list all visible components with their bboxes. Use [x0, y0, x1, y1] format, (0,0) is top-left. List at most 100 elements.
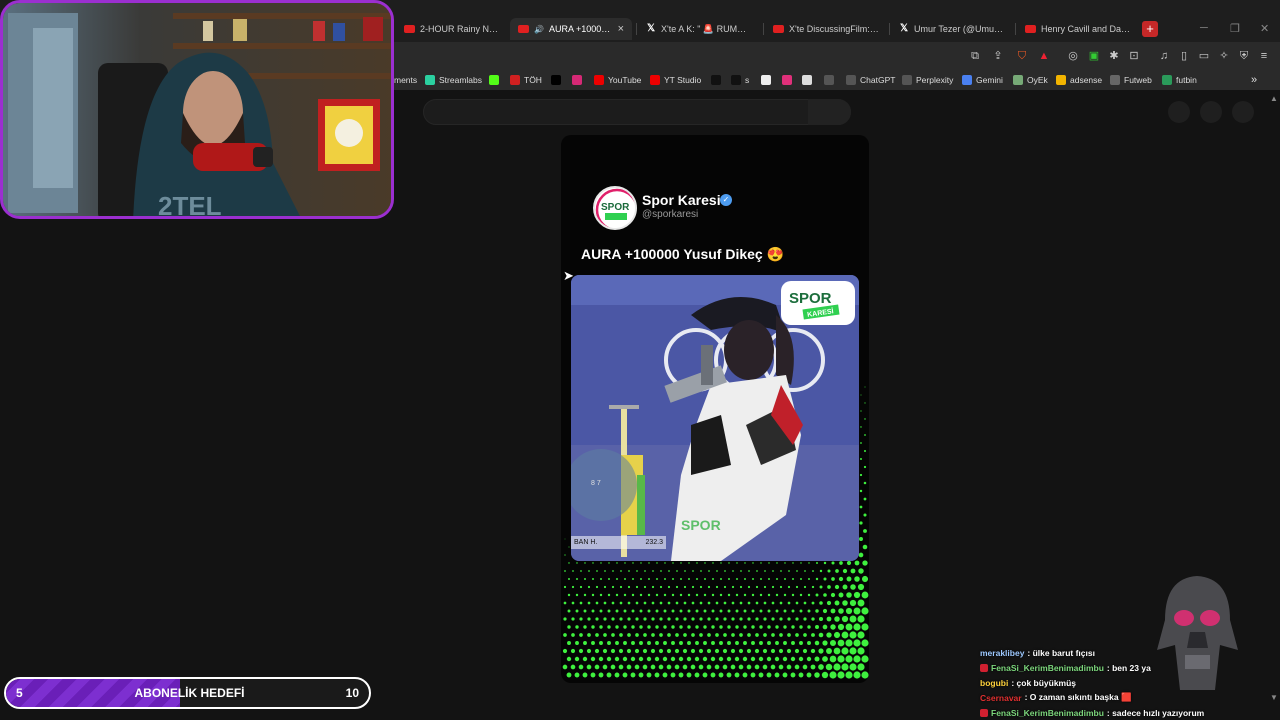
bookmark-amazon[interactable] [802, 73, 812, 87]
bookmark-tiktok[interactable] [711, 73, 721, 87]
halftone-dot [650, 648, 656, 654]
search-button[interactable] [808, 99, 851, 125]
tab-henry-cavill[interactable]: Henry Cavill and Dave Bau [1017, 18, 1139, 40]
account-avatar[interactable] [1232, 101, 1254, 123]
bookmark-x[interactable] [551, 73, 561, 87]
halftone-dot [590, 672, 596, 678]
bookmark-link[interactable] [824, 73, 834, 87]
brave-rewards-icon[interactable]: ▲ [1036, 48, 1052, 64]
halftone-dot [814, 656, 820, 662]
halftone-dot [564, 570, 566, 572]
tab-rainy-night-walk[interactable]: 2-HOUR Rainy Night Walk [396, 18, 508, 40]
bookmark-circle[interactable] [761, 73, 771, 87]
bookmark-label: YT Studio [664, 75, 702, 85]
wallet-icon[interactable]: ▭ [1196, 48, 1212, 64]
halftone-dot [624, 562, 626, 564]
brave-shield-icon[interactable]: ⛉ [1014, 48, 1030, 64]
halftone-dot [611, 633, 615, 637]
halftone-dot [795, 633, 799, 637]
bookmark-ments[interactable]: ments [394, 73, 417, 87]
share-icon[interactable]: ⇪ [990, 48, 1006, 64]
bookmark-t-h[interactable]: TÖH [510, 73, 542, 87]
halftone-dot [767, 609, 771, 613]
install-app-icon[interactable]: ⧉ [967, 48, 983, 64]
halftone-dot [636, 570, 638, 572]
halftone-dot [678, 656, 684, 662]
close-window-icon[interactable]: ✕ [1260, 22, 1269, 35]
halftone-dot [860, 458, 862, 460]
leo-ai-icon[interactable]: ✧ [1216, 48, 1232, 64]
new-tab-button[interactable]: + [1142, 21, 1158, 37]
halftone-dot [651, 585, 655, 589]
bookmark-s[interactable]: s [731, 73, 749, 87]
restore-icon[interactable]: ❐ [1230, 22, 1240, 35]
search-input[interactable] [423, 99, 851, 125]
halftone-dot [638, 656, 644, 662]
bookmark-chatgpt[interactable]: ChatGPT [846, 73, 895, 87]
bookmark-futweb[interactable]: Futweb [1110, 73, 1152, 87]
halftone-dot [838, 576, 844, 582]
create-icon[interactable] [1168, 101, 1190, 123]
bookmark-futbin[interactable]: futbin [1162, 73, 1197, 87]
scroll-down-icon[interactable]: ▼ [1270, 693, 1278, 702]
sidebar-icon[interactable]: ▯ [1176, 48, 1192, 64]
tab-x-umur-tezer[interactable]: 𝕏 Umur Tezer (@Umurtezer) [891, 18, 1013, 40]
channel-avatar[interactable]: SPOR [593, 186, 637, 230]
screenshot-icon[interactable]: ⊡ [1126, 48, 1142, 64]
bookmark-oyek[interactable]: OyEk [1013, 73, 1048, 87]
bookmark-youtube[interactable]: YouTube [594, 73, 641, 87]
channel-name[interactable]: Spor Karesi [642, 192, 721, 208]
notifications-icon[interactable] [1200, 101, 1222, 123]
halftone-dot [662, 672, 668, 678]
vpn-icon[interactable]: ⛨ [1236, 48, 1252, 64]
puzzle-icon[interactable]: ✱ [1106, 48, 1122, 64]
halftone-dot [634, 648, 640, 654]
halftone-dot [822, 624, 828, 630]
bookmark-perplexity[interactable]: Perplexity [902, 73, 953, 87]
menu-icon[interactable]: ≡ [1256, 48, 1272, 64]
minimize-icon[interactable]: ─ [1200, 22, 1208, 34]
tab-aura-short[interactable]: 🔊 AURA +100000 Yusuf Dikeç × [510, 18, 632, 40]
halftone-dot [663, 593, 667, 597]
bookmarks-overflow-icon[interactable]: » [1251, 73, 1257, 87]
halftone-dot [634, 664, 640, 670]
channel-handle: @sporkaresi [642, 209, 699, 220]
bookmark-puzzle[interactable] [782, 73, 792, 87]
tab-x-rumor[interactable]: 𝕏 X'te A K: " 🚨 RUMOR: Ma [638, 18, 760, 40]
streamlabs-icon [425, 75, 435, 85]
tab-x-discussingfilm[interactable]: X'te DiscussingFilm: "First [765, 18, 887, 40]
short-video-player[interactable]: SPOR Spor Karesi ✓ @sporkaresi AURA +100… [561, 135, 869, 683]
bookmark-instagram[interactable] [572, 73, 582, 87]
bookmark-gemini[interactable]: Gemini [962, 73, 1003, 87]
halftone-dot [819, 569, 823, 573]
halftone-dot [626, 664, 632, 670]
halftone-dot [779, 601, 783, 605]
halftone-dot [822, 656, 828, 662]
halftone-dot [822, 640, 828, 646]
halftone-dot [584, 562, 586, 564]
extension-glasses-icon[interactable]: ◎ [1065, 48, 1081, 64]
halftone-dot [567, 625, 571, 629]
halftone-dot [811, 633, 815, 637]
bookmark-yt-studio[interactable]: YT Studio [650, 73, 701, 87]
halftone-dot [671, 593, 675, 597]
extension-green-icon[interactable]: ▣ [1086, 48, 1102, 64]
halftone-dot [731, 633, 735, 637]
halftone-dot [823, 593, 827, 597]
halftone-dot [863, 513, 867, 517]
halftone-dot [632, 562, 634, 564]
halftone-dot [775, 641, 779, 645]
close-tab-icon[interactable]: × [618, 23, 624, 35]
bookmark-kick[interactable] [489, 73, 499, 87]
scroll-up-icon[interactable]: ▲ [1270, 94, 1278, 103]
bookmark-streamlabs[interactable]: Streamlabs [425, 73, 482, 87]
halftone-dot [579, 585, 583, 589]
bookmark-adsense[interactable]: adsense [1056, 73, 1102, 87]
halftone-dot [787, 585, 791, 589]
halftone-dot [815, 577, 819, 581]
address-bar[interactable] [395, 47, 955, 65]
halftone-dot [839, 561, 843, 565]
media-icon[interactable]: ♫ [1156, 48, 1172, 64]
halftone-dot [719, 641, 723, 645]
halftone-dot [768, 578, 770, 580]
